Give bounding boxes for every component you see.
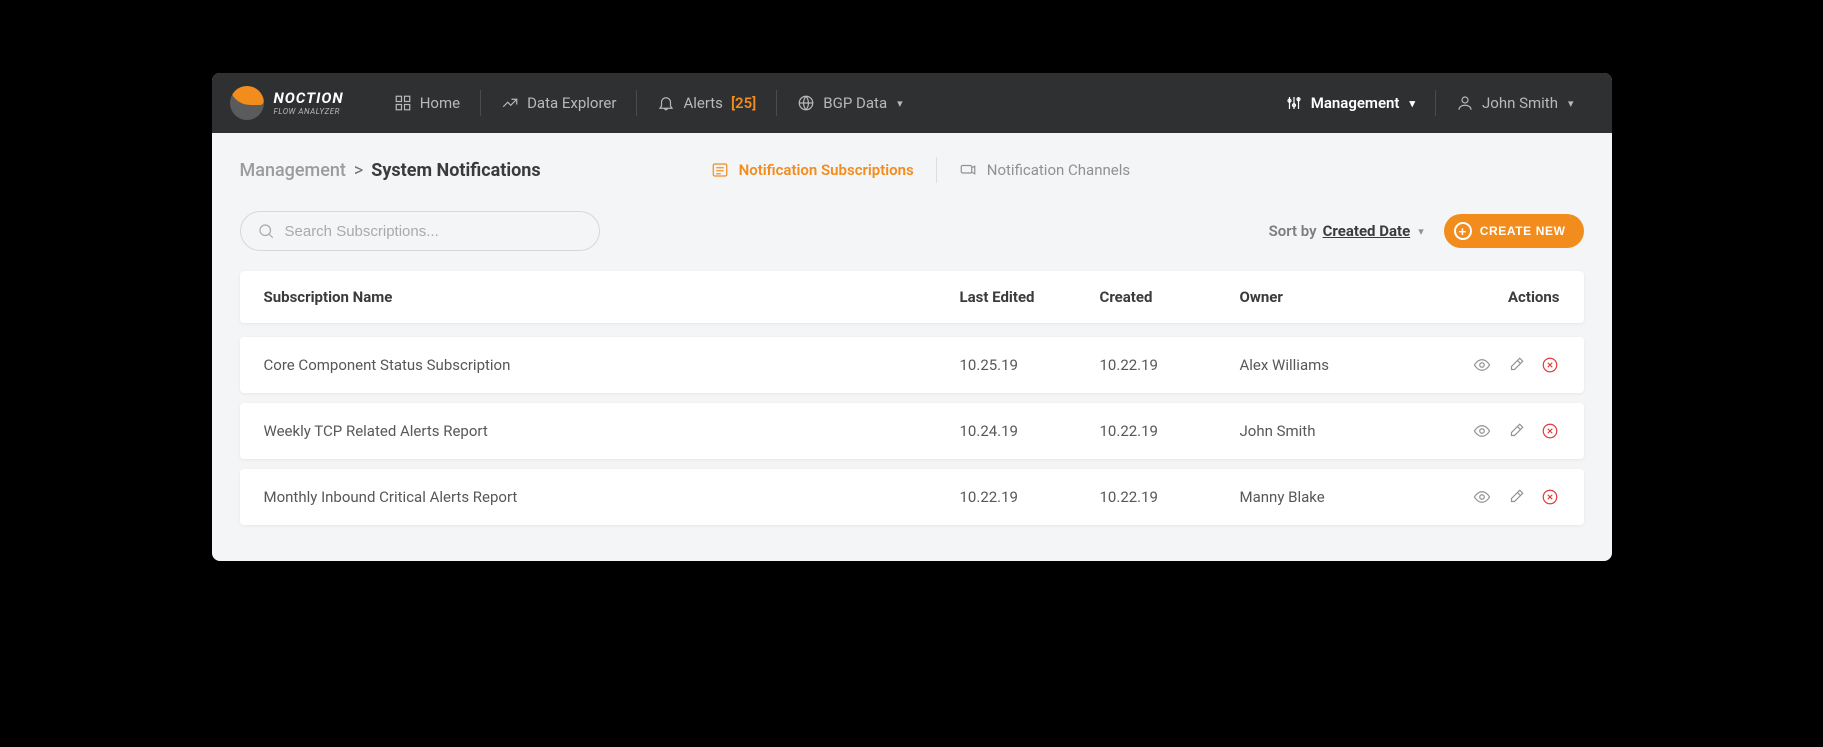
cell-last-edited: 10.24.19 [960,422,1100,440]
nav-bgp-label: BGP Data [823,94,887,112]
nav-data-explorer-label: Data Explorer [527,94,616,112]
cell-name: Weekly TCP Related Alerts Report [264,422,960,440]
breadcrumb-current: System Notifications [371,160,540,181]
sort-label: Sort by [1269,222,1317,240]
breadcrumb-parent[interactable]: Management [240,160,346,181]
sort-field: Created Date [1323,222,1411,240]
nav-bgp-data[interactable]: BGP Data ▾ [777,86,922,120]
page-header: Management > System Notifications Notifi… [240,155,1584,185]
table-row[interactable]: Weekly TCP Related Alerts Report10.24.19… [240,403,1584,459]
delete-icon[interactable] [1540,355,1560,375]
cell-actions [1430,355,1560,375]
table-header: Subscription Name Last Edited Created Ow… [240,271,1584,323]
view-icon[interactable] [1472,487,1492,507]
cell-owner: Manny Blake [1240,488,1430,506]
subscriptions-table: Subscription Name Last Edited Created Ow… [240,271,1584,525]
chevron-down-icon: ▾ [1418,225,1424,238]
tab-channels-label: Notification Channels [987,161,1130,179]
brand-logo[interactable]: NOCTION FLOW ANALYZER [230,86,344,120]
col-header-name: Subscription Name [264,288,960,306]
col-header-last-edited: Last Edited [960,288,1100,306]
chevron-down-icon: ▾ [1409,97,1415,110]
channel-icon [959,161,977,179]
edit-icon[interactable] [1506,355,1526,375]
nav-alerts[interactable]: Alerts [25] [637,86,776,120]
cell-actions [1430,421,1560,441]
table-body: Core Component Status Subscription10.25.… [240,337,1584,525]
user-icon [1456,94,1474,112]
edit-icon[interactable] [1506,421,1526,441]
grid-icon [394,94,412,112]
cell-last-edited: 10.22.19 [960,488,1100,506]
list-icon [711,161,729,179]
top-nav: NOCTION FLOW ANALYZER Home Data Explorer [212,73,1612,133]
page-body: Management > System Notifications Notifi… [212,133,1612,561]
nav-home-label: Home [420,94,460,112]
chevron-down-icon: ▾ [897,97,903,110]
brand-text: NOCTION FLOW ANALYZER [274,91,344,116]
view-icon[interactable] [1472,421,1492,441]
cell-owner: Alex Williams [1240,356,1430,374]
create-new-label: CREATE NEW [1480,224,1566,238]
chevron-down-icon: ▾ [1568,97,1574,110]
tab-notification-channels[interactable]: Notification Channels [937,155,1152,185]
nav-alerts-badge: [25] [731,94,756,112]
edit-icon[interactable] [1506,487,1526,507]
nav-alerts-label: Alerts [683,94,723,112]
toolbar: Sort by Created Date ▾ + CREATE NEW [240,211,1584,251]
col-header-owner: Owner [1240,288,1430,306]
brand-name: NOCTION [274,91,344,106]
search-icon [257,222,275,240]
search-box[interactable] [240,211,600,251]
bell-icon [657,94,675,112]
search-input[interactable] [285,223,583,240]
table-row[interactable]: Monthly Inbound Critical Alerts Report10… [240,469,1584,525]
nav-user-label: John Smith [1482,94,1558,112]
col-header-created: Created [1100,288,1240,306]
tab-notification-subscriptions[interactable]: Notification Subscriptions [689,155,936,185]
nav-data-explorer[interactable]: Data Explorer [481,86,636,120]
nav-user-menu[interactable]: John Smith ▾ [1436,86,1594,120]
cell-last-edited: 10.25.19 [960,356,1100,374]
cell-actions [1430,487,1560,507]
subtabs: Notification Subscriptions Notification … [689,155,1153,185]
nav-management-label: Management [1311,94,1400,112]
app-window: NOCTION FLOW ANALYZER Home Data Explorer [212,73,1612,561]
cell-created: 10.22.19 [1100,422,1240,440]
cell-created: 10.22.19 [1100,488,1240,506]
view-icon[interactable] [1472,355,1492,375]
globe-icon [797,94,815,112]
breadcrumb: Management > System Notifications [240,160,541,181]
cell-owner: John Smith [1240,422,1430,440]
delete-icon[interactable] [1540,421,1560,441]
sort-by[interactable]: Sort by Created Date ▾ [1269,222,1424,240]
tab-subscriptions-label: Notification Subscriptions [739,161,914,179]
nav-home[interactable]: Home [374,86,480,120]
breadcrumb-separator: > [354,160,363,181]
table-row[interactable]: Core Component Status Subscription10.25.… [240,337,1584,393]
chart-line-icon [501,94,519,112]
cell-created: 10.22.19 [1100,356,1240,374]
plus-icon: + [1454,222,1472,240]
cell-name: Monthly Inbound Critical Alerts Report [264,488,960,506]
brand-logo-icon [230,86,264,120]
sliders-icon [1285,94,1303,112]
col-header-actions: Actions [1430,288,1560,306]
create-new-button[interactable]: + CREATE NEW [1444,214,1584,248]
nav-management[interactable]: Management ▾ [1265,86,1435,120]
delete-icon[interactable] [1540,487,1560,507]
cell-name: Core Component Status Subscription [264,356,960,374]
nav-primary: Home Data Explorer Alerts [25] [374,86,923,120]
brand-tagline: FLOW ANALYZER [274,108,344,116]
